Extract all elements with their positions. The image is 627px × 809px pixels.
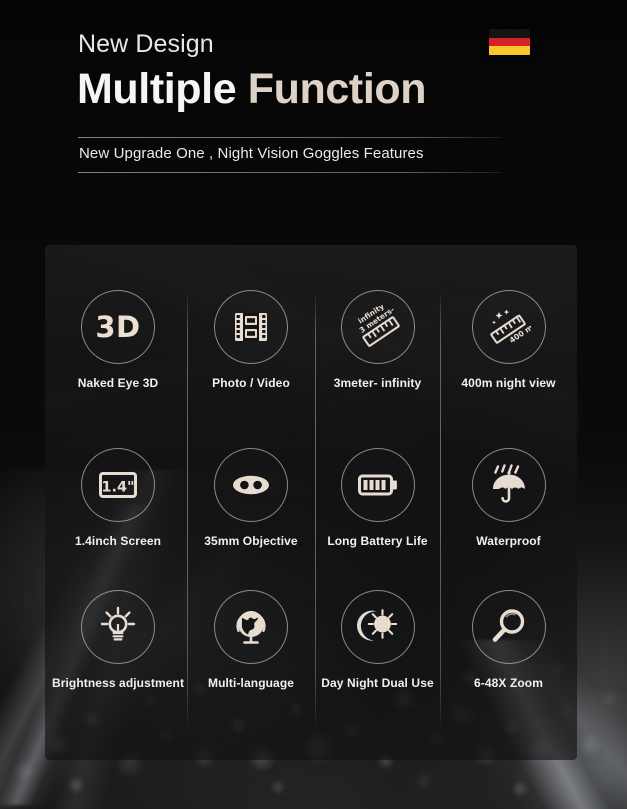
feature-label: Photo / Video bbox=[212, 376, 290, 390]
bokeh-dot bbox=[600, 689, 620, 709]
bokeh-dot bbox=[270, 779, 286, 795]
sun-moon-icon bbox=[340, 590, 415, 664]
feature-label: 1.4inch Screen bbox=[74, 534, 162, 548]
bokeh-dot bbox=[67, 776, 85, 794]
feature-cell-multi-language[interactable]: Multi-language bbox=[187, 590, 315, 690]
feature-cell-35mm-objective[interactable]: 35mm Objective bbox=[187, 448, 315, 548]
feature-label: 35mm Objective bbox=[204, 534, 298, 548]
page-title-part-1: Multiple bbox=[77, 65, 248, 113]
binocular-lens-icon bbox=[214, 448, 288, 522]
feature-label: Brightness adjustment bbox=[51, 676, 185, 690]
feature-label: Waterproof bbox=[476, 534, 541, 548]
feature-label: 3meter- infinity bbox=[333, 376, 422, 390]
globe-icon bbox=[214, 590, 288, 664]
umbrella-rain-icon bbox=[471, 448, 546, 522]
header-eyebrow: New Design bbox=[78, 30, 214, 58]
ruler-range-icon: 3 meters-.infinity bbox=[340, 290, 415, 364]
bokeh-dot bbox=[13, 760, 35, 782]
film-strip-icon bbox=[214, 290, 288, 364]
ruler-stars-icon: 400 meters bbox=[471, 290, 546, 364]
feature-cell-photo-video[interactable]: Photo / Video bbox=[187, 290, 315, 390]
feature-label: Day Night Dual Use bbox=[321, 676, 434, 690]
subtitle-rule-bottom bbox=[78, 172, 502, 173]
feature-cell-1-4inch-screen[interactable]: 1.4" 1.4inch Screen bbox=[49, 448, 187, 548]
feature-label: 400m night view bbox=[461, 376, 556, 390]
feature-cell-naked-eye-3d[interactable]: 3D Naked Eye 3D bbox=[49, 290, 187, 390]
feature-label: Naked Eye 3D bbox=[77, 376, 159, 390]
battery-icon bbox=[340, 448, 415, 522]
subtitle-rule-top bbox=[78, 137, 502, 138]
bokeh-dot bbox=[414, 771, 434, 791]
screen-size-icon: 1.4" bbox=[81, 448, 155, 522]
flag-band-red bbox=[489, 37, 530, 47]
feature-cell-brightness-adjust[interactable]: Brightness adjustment bbox=[49, 590, 187, 690]
feature-label: 6-48X Zoom bbox=[473, 676, 543, 690]
3d-text-icon: 3D bbox=[81, 290, 155, 364]
page-title: Multiple Function bbox=[77, 65, 427, 113]
feature-cell-6-48x-zoom[interactable]: 6-48X Zoom bbox=[440, 590, 577, 690]
header-band: New Design Multiple Function New Upgrade… bbox=[0, 0, 627, 240]
feature-label: Long Battery Life bbox=[327, 534, 428, 548]
flag-band-gold bbox=[489, 46, 530, 55]
germany-flag-icon bbox=[489, 29, 530, 55]
magnifier-icon bbox=[471, 590, 546, 664]
bokeh-dot bbox=[578, 733, 602, 757]
feature-cell-long-battery-life[interactable]: Long Battery Life bbox=[315, 448, 440, 548]
lightbulb-icon bbox=[81, 590, 155, 664]
page-title-part-2: Function bbox=[247, 65, 427, 113]
feature-grid: 3D Naked Eye 3D Photo / Video 3 meters-.inf… bbox=[45, 245, 577, 760]
feature-cell-400m-night-view[interactable]: 400 meters 400m night view bbox=[440, 290, 577, 390]
feature-cell-waterproof[interactable]: Waterproof bbox=[440, 448, 577, 548]
feature-cell-day-night-dual-use[interactable]: Day Night Dual Use bbox=[315, 590, 440, 690]
bokeh-dot bbox=[511, 780, 529, 798]
header-subtitle: New Upgrade One , Night Vision Goggles F… bbox=[79, 145, 424, 162]
product-feature-page: New Design Multiple Function New Upgrade… bbox=[0, 0, 627, 809]
flag-band-black bbox=[489, 29, 530, 38]
feature-panel: 3D Naked Eye 3D Photo / Video 3 meters-.inf… bbox=[45, 245, 577, 760]
svg-text:1.4": 1.4" bbox=[101, 480, 134, 496]
feature-label: Multi-language bbox=[207, 676, 295, 690]
feature-cell-3meter-infinity[interactable]: 3 meters-.infinity 3meter- infinity bbox=[315, 290, 440, 390]
